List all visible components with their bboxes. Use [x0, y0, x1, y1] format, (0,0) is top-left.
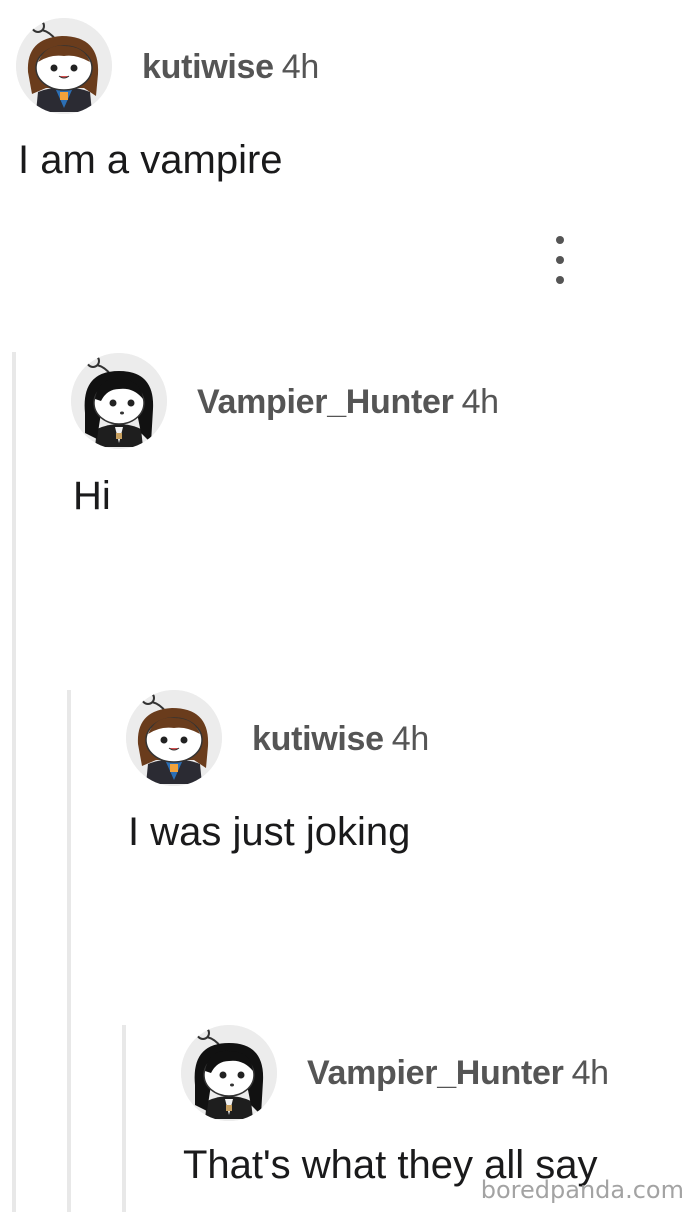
comment-body: I am a vampire: [18, 138, 283, 182]
thread-line[interactable]: [67, 690, 71, 1212]
snoo-brown-hair-avatar-icon: [126, 690, 222, 786]
comment-body: I was just joking: [128, 810, 411, 854]
timestamp: 4h: [461, 383, 500, 421]
timestamp: 4h: [571, 1054, 610, 1092]
vertical-ellipsis-icon: [556, 276, 564, 284]
thread-line[interactable]: [122, 1025, 126, 1212]
snoo-black-hair-avatar-icon: [181, 1025, 277, 1121]
comment-meta: kutiwise 4h: [142, 48, 319, 87]
username[interactable]: Vampier_Hunter: [307, 1054, 564, 1092]
username[interactable]: Vampier_Hunter: [197, 383, 454, 421]
comment-meta: kutiwise 4h: [252, 720, 429, 759]
snoo-black-hair-avatar-icon: [71, 353, 167, 449]
thread-line[interactable]: [12, 352, 16, 1212]
timestamp: 4h: [391, 720, 430, 758]
comment-meta: Vampier_Hunter 4h: [307, 1054, 609, 1093]
user-avatar[interactable]: [71, 353, 167, 449]
user-avatar[interactable]: [16, 18, 112, 114]
more-options-button[interactable]: [550, 236, 570, 284]
username[interactable]: kutiwise: [142, 48, 274, 86]
comment-meta: Vampier_Hunter 4h: [197, 383, 499, 422]
user-avatar[interactable]: [181, 1025, 277, 1121]
timestamp: 4h: [281, 48, 320, 86]
user-avatar[interactable]: [126, 690, 222, 786]
username[interactable]: kutiwise: [252, 720, 384, 758]
snoo-brown-hair-avatar-icon: [16, 18, 112, 114]
vertical-ellipsis-icon: [556, 256, 564, 264]
vertical-ellipsis-icon: [556, 236, 564, 244]
comment-body: Hi: [73, 474, 111, 518]
watermark: boredpanda.com: [480, 1176, 684, 1204]
